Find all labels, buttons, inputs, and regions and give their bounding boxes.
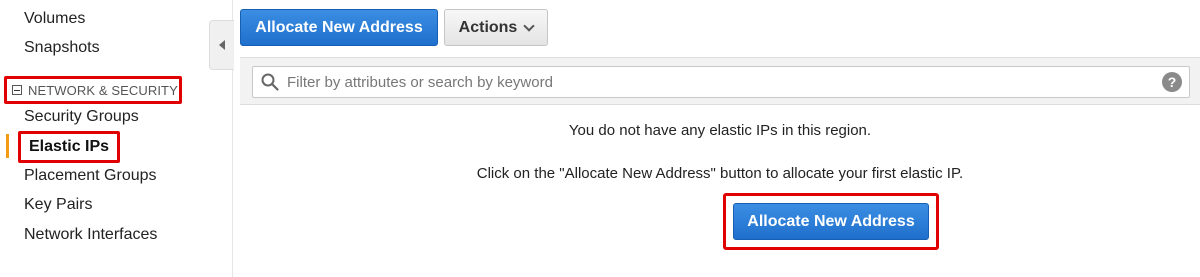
filter-box: ?: [252, 66, 1190, 98]
actions-dropdown[interactable]: Actions: [444, 9, 548, 46]
sidebar-item-volumes[interactable]: Volumes: [24, 10, 85, 28]
search-icon: [261, 73, 279, 91]
filter-panel: ?: [240, 57, 1200, 105]
allocate-new-address-button[interactable]: Allocate New Address: [240, 9, 438, 46]
section-network-security[interactable]: NETWORK & SECURITY: [4, 76, 182, 104]
sidebar-item-elastic-ips[interactable]: Elastic IPs: [18, 131, 121, 163]
sidebar-item-network-interfaces[interactable]: Network Interfaces: [24, 226, 157, 244]
section-label: NETWORK & SECURITY: [28, 82, 178, 98]
sidebar-item-security-groups[interactable]: Security Groups: [24, 108, 139, 126]
sidebar-item-snapshots[interactable]: Snapshots: [24, 39, 100, 57]
actions-label: Actions: [458, 18, 518, 36]
caret-left-icon: [219, 40, 225, 50]
allocate-new-address-cta-button[interactable]: Allocate New Address: [733, 203, 929, 240]
filter-input[interactable]: [287, 67, 1147, 97]
help-icon[interactable]: ?: [1162, 72, 1182, 92]
active-indicator: [6, 134, 9, 158]
chevron-down-icon: [523, 19, 535, 32]
sidebar-item-placement-groups[interactable]: Placement Groups: [24, 167, 157, 185]
collapse-minus-icon[interactable]: [12, 85, 22, 95]
sidebar-item-key-pairs[interactable]: Key Pairs: [24, 196, 92, 214]
empty-state-message: You do not have any elastic IPs in this …: [568, 122, 872, 139]
empty-state-instructions: Click on the "Allocate New Address" butt…: [476, 165, 964, 182]
sidebar-collapse-handle[interactable]: [209, 20, 234, 70]
sidebar: Volumes Snapshots NETWORK & SECURITY Sec…: [0, 0, 233, 277]
